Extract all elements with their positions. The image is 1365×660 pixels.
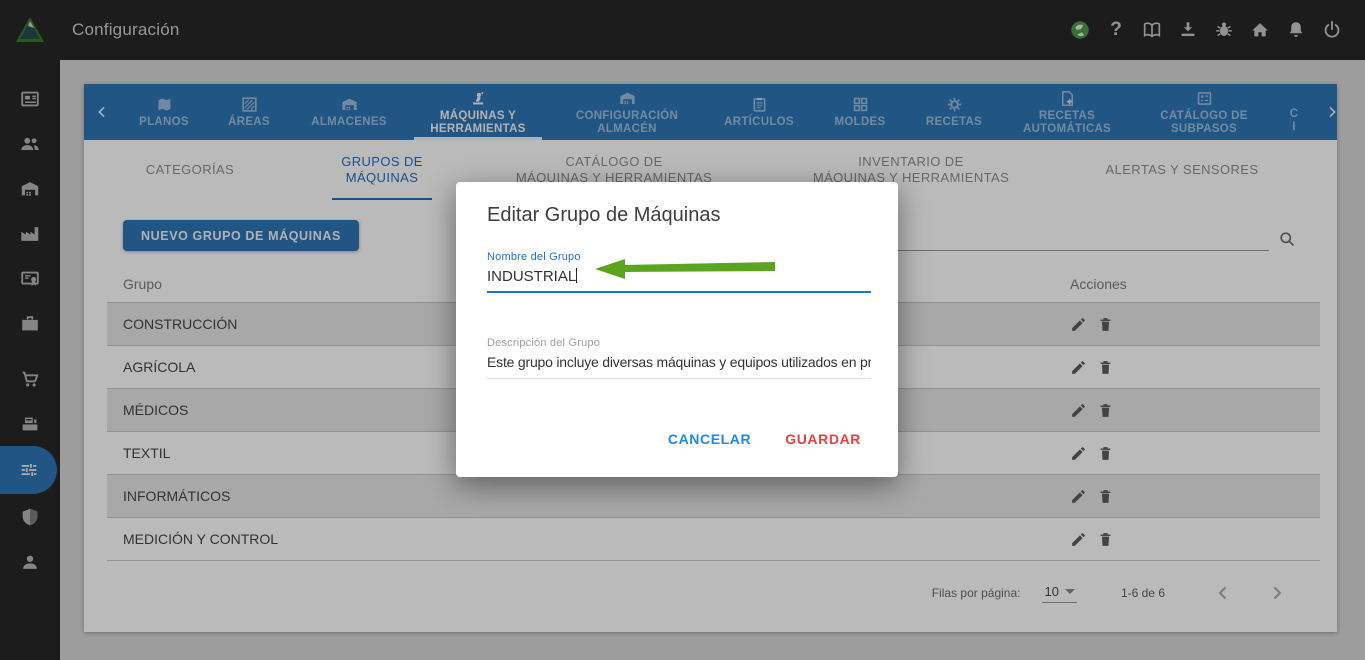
group-description-label: Descripción del Grupo xyxy=(487,337,871,349)
annotation-arrow-icon xyxy=(595,258,775,280)
dialog-title: Editar Grupo de Máquinas xyxy=(487,204,871,227)
text-cursor xyxy=(576,268,577,283)
dialog-actions: CANCELAR GUARDAR xyxy=(487,431,871,447)
edit-group-dialog: Editar Grupo de Máquinas Nombre del Grup… xyxy=(456,182,898,477)
group-description-field[interactable]: Descripción del Grupo Este grupo incluye… xyxy=(487,337,871,379)
group-description-input[interactable]: Este grupo incluye diversas máquinas y e… xyxy=(487,354,871,379)
cancel-button[interactable]: CANCELAR xyxy=(668,431,751,447)
save-button[interactable]: GUARDAR xyxy=(785,431,861,447)
